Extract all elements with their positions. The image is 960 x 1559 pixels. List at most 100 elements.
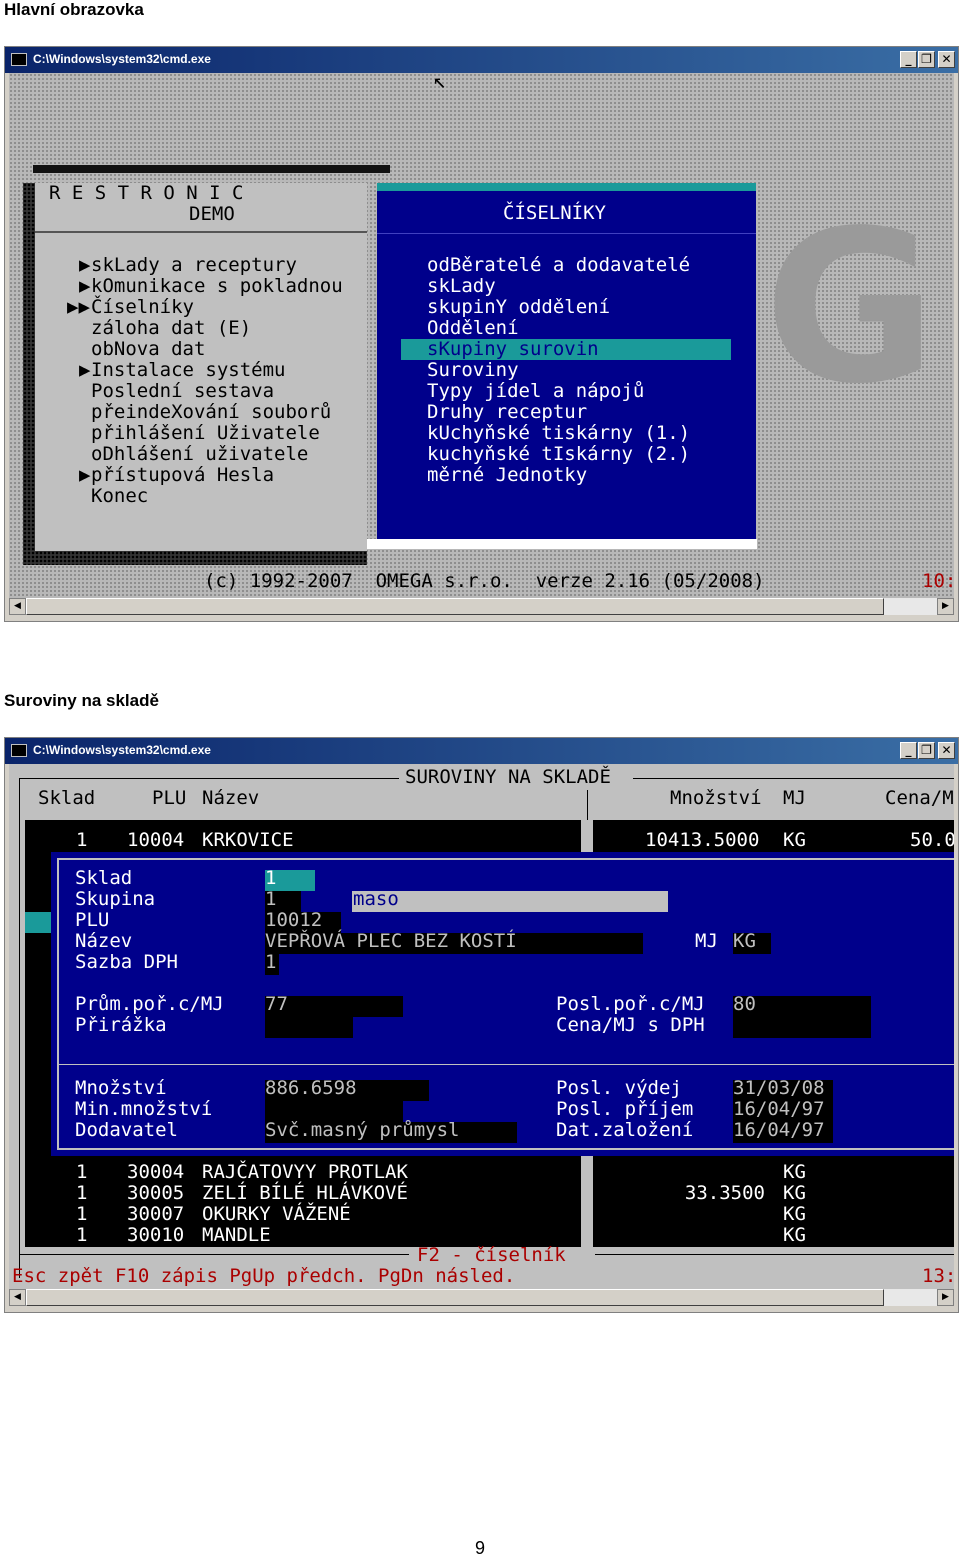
label-mj: MJ [695,930,718,952]
submenu-item-label: Oddělení [427,317,519,339]
frame-top-right [633,778,954,779]
submenu-item[interactable]: odBěratelé a dodavatelé [377,255,756,276]
panel-title: SUROVINY NA SKLADĚ [405,766,611,788]
label-dodavatel: Dodavatel [75,1119,178,1141]
cmd-icon [11,744,27,757]
submenu-item-selected[interactable]: sKupiny surovin [401,339,731,360]
table-row[interactable]: 1 30010 MANDLE KG [9,1225,954,1246]
main-menu-item[interactable]: ▶ přístupová Hesla [35,465,367,486]
main-menu-item-label: přeindeXování souborů [91,401,332,423]
cell-mj: KG [783,1182,806,1204]
cell-mj: KG [783,1224,806,1246]
submenu-item[interactable]: měrné Jednotky [377,465,756,486]
maximize-button[interactable]: ❐ [918,742,935,759]
main-menu-item[interactable]: přeindeXování souborů [35,402,367,423]
frame-bottom-left [19,1254,409,1255]
submenu-item[interactable]: Typy jídel a nápojů [377,381,756,402]
dph-value: 1 [265,951,277,973]
label-posl-vydej: Posl. výdej [556,1077,682,1099]
column-header-mnozstvi[interactable]: Množství [670,788,762,809]
submenu-item-label: Suroviny [427,359,519,381]
submenu-item[interactable]: skLady [377,276,756,297]
posl-vydej-value: 31/03/08 [733,1077,825,1099]
console-area: SUROVINY NA SKLADĚ Sklad PLU Název Množs… [9,764,954,1291]
close-button[interactable]: ✕ [938,51,955,68]
cell-nazev: ZELÍ BÍLÉ HLÁVKOVÉ [202,1182,408,1204]
scroll-left-icon[interactable]: ◀ [9,1289,26,1306]
submenu-item-label: měrné Jednotky [427,464,588,486]
table-row[interactable]: 1 30007 OKURKY VÁŽENÉ KG [9,1204,954,1225]
column-header-sklad[interactable]: Sklad [38,788,95,809]
minimize-button[interactable]: _ [900,742,917,759]
submenu-item[interactable]: Suroviny [377,360,756,381]
submenu-item-label: Typy jídel a nápojů [427,380,645,402]
main-menu-item[interactable]: obNova dat [35,339,367,360]
cell-plu: 30007 [127,1203,185,1225]
column-header-plu[interactable]: PLU [152,788,186,809]
submenu-arrow-icon: ▶ [79,359,91,381]
main-menu-item-label: kOmunikace s pokladnou [91,275,343,297]
scroll-left-icon[interactable]: ◀ [9,598,26,615]
main-menu-item[interactable]: Konec [35,486,367,507]
scroll-thumb[interactable] [26,1289,884,1306]
prirazka-field[interactable] [265,1017,353,1038]
submenu-arrow-icon: ▶ [79,275,91,297]
sklad-value: 1 [265,867,277,889]
submenu-item[interactable]: Druhy receptur [377,402,756,423]
submenu-title: ČÍSELNÍKY [503,202,606,224]
maximize-button[interactable]: ❐ [918,51,935,68]
submenu-item[interactable]: kuchyňské tIskárny (2.) [377,444,756,465]
submenu-item[interactable]: Oddělení [377,318,756,339]
main-menu-item[interactable]: oDhlášení uživatele [35,444,367,465]
main-menu-item-label: Instalace systému [91,359,286,381]
label-prirazka: Přirážka [75,1014,167,1036]
cell-sklad: 1 [76,829,88,851]
main-menu-item[interactable]: přihlášení Uživatele [35,423,367,444]
main-menu-item-label: obNova dat [91,338,206,360]
horizontal-scrollbar[interactable]: ◀ ▶ [9,598,954,615]
main-menu-item[interactable]: ▶ kOmunikace s pokladnou [35,276,367,297]
main-menu-item[interactable]: ▶▶ Číselníky [35,297,367,318]
submenu-item[interactable]: kUchyňské tiskárny (1.) [377,423,756,444]
cell-plu: 30004 [127,1161,185,1183]
clock-readout: 10: [922,570,954,592]
submenu-item-label: odBěratelé a dodavatelé [427,254,691,276]
mj-value: KG [733,930,756,952]
plu-value: 10012 [265,909,323,931]
table-row[interactable]: 1 30005 ZELÍ BÍLÉ HLÁVKOVÉ 33.3500 KG [9,1183,954,1204]
main-menu-item-label: Konec [91,485,149,507]
submenu-arrow-icon: ▶ [79,464,91,486]
submenu-item[interactable]: skupinY oddělení [377,297,756,318]
column-header-nazev[interactable]: Název [202,788,259,809]
cell-nazev: MANDLE [202,1224,271,1246]
nazev-value: VEPŘOVÁ PLEC BEZ KOSTÍ [265,930,517,952]
cell-sklad: 1 [76,1182,88,1204]
column-header-cena[interactable]: Cena/M [885,788,954,809]
scroll-right-icon[interactable]: ▶ [937,1289,954,1306]
cell-plu: 10004 [127,829,185,851]
main-menu-panel: R E S T R O N I C DEMO ▶ skLady a receptu… [35,183,367,551]
minimize-button[interactable]: _ [900,51,917,68]
submenu-item-label: kuchyňské tIskárny (2.) [427,443,691,465]
scroll-right-icon[interactable]: ▶ [937,598,954,615]
cmd-icon [11,53,27,66]
main-menu-item[interactable]: Poslední sestava [35,381,367,402]
posl-por-value: 80 [733,993,756,1015]
main-menu-item-label: přístupová Hesla [91,464,275,486]
column-header-mj[interactable]: MJ [783,788,806,809]
scroll-thumb[interactable] [26,598,884,615]
main-menu-item[interactable]: záloha dat (E) [35,318,367,339]
main-menu-item[interactable]: ▶ Instalace systému [35,360,367,381]
submenu-item-label: sKupiny surovin [427,338,599,360]
cell-nazev: RAJČATOVYY PROTLAK [202,1161,408,1183]
close-button[interactable]: ✕ [938,742,955,759]
submenu-panel: ČÍSELNÍKY odBěratelé a dodavatelé skLady s… [377,183,756,539]
label-sklad: Sklad [75,867,133,889]
prum-value: 77 [265,993,288,1015]
main-menu-item[interactable]: ▶ skLady a receptury [35,255,367,276]
mnozstvi-value: 886.6598 [265,1077,357,1099]
horizontal-scrollbar[interactable]: ◀ ▶ [9,1289,954,1306]
label-nazev: Název [75,930,133,952]
cena-dph-field[interactable] [733,1017,871,1038]
table-row[interactable]: 1 30004 RAJČATOVYY PROTLAK KG [9,1162,954,1183]
